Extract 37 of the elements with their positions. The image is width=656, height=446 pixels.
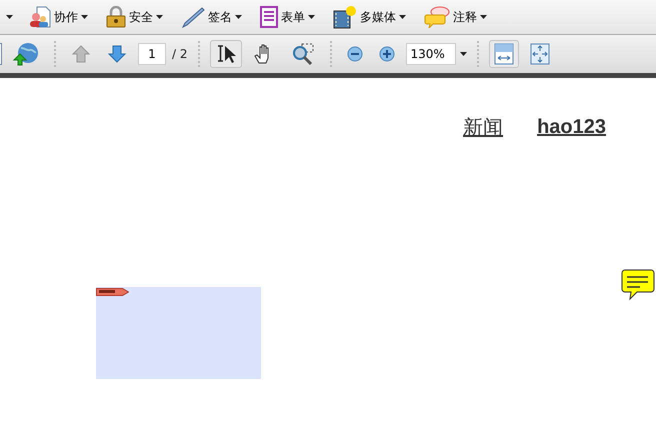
text-cursor-arrow-tool-button[interactable] bbox=[210, 40, 242, 68]
comment-note-icon[interactable] bbox=[621, 269, 655, 301]
speech-bubble-icon bbox=[424, 6, 450, 28]
fit-width-button[interactable] bbox=[488, 40, 518, 68]
caret-icon[interactable] bbox=[6, 15, 13, 19]
caret-icon[interactable] bbox=[460, 52, 466, 56]
caret-icon bbox=[480, 15, 487, 19]
down-arrow-icon bbox=[107, 44, 127, 64]
tag-icon bbox=[96, 287, 129, 297]
up-arrow-icon bbox=[71, 44, 91, 64]
caret-icon bbox=[81, 15, 88, 19]
security-menu-button[interactable]: 安全 bbox=[104, 6, 165, 28]
fit-width-icon bbox=[494, 43, 514, 65]
magnifier-tool-icon bbox=[290, 43, 314, 65]
caret-icon bbox=[308, 15, 315, 19]
full-screen-icon bbox=[530, 43, 550, 65]
caret-icon bbox=[235, 15, 242, 19]
globe-upload-icon bbox=[13, 42, 39, 66]
film-icon bbox=[333, 5, 357, 29]
page-number-field[interactable]: 1 bbox=[138, 43, 166, 65]
caret-icon bbox=[399, 15, 406, 19]
people-document-icon bbox=[29, 6, 51, 28]
zoom-in-icon bbox=[378, 46, 394, 62]
zoom-field[interactable]: 130% bbox=[406, 43, 456, 65]
pen-icon bbox=[181, 6, 205, 28]
collaborate-menu-button[interactable]: 协作 bbox=[27, 6, 90, 28]
zoom-out-icon bbox=[346, 46, 362, 62]
forms-menu-button[interactable]: 表单 bbox=[258, 6, 317, 28]
multimedia-menu-button[interactable]: 多媒体 bbox=[331, 5, 408, 29]
sign-menu-button[interactable]: 签名 bbox=[179, 6, 244, 28]
comment-menu-button[interactable]: 注释 bbox=[422, 6, 489, 28]
form-icon bbox=[260, 6, 278, 28]
padlock-icon bbox=[106, 6, 126, 28]
document-link[interactable]: hao123 bbox=[537, 112, 606, 142]
caret-icon bbox=[156, 15, 163, 19]
page-total: / 2 bbox=[172, 46, 188, 63]
document-link[interactable]: 新闻 bbox=[463, 112, 504, 142]
